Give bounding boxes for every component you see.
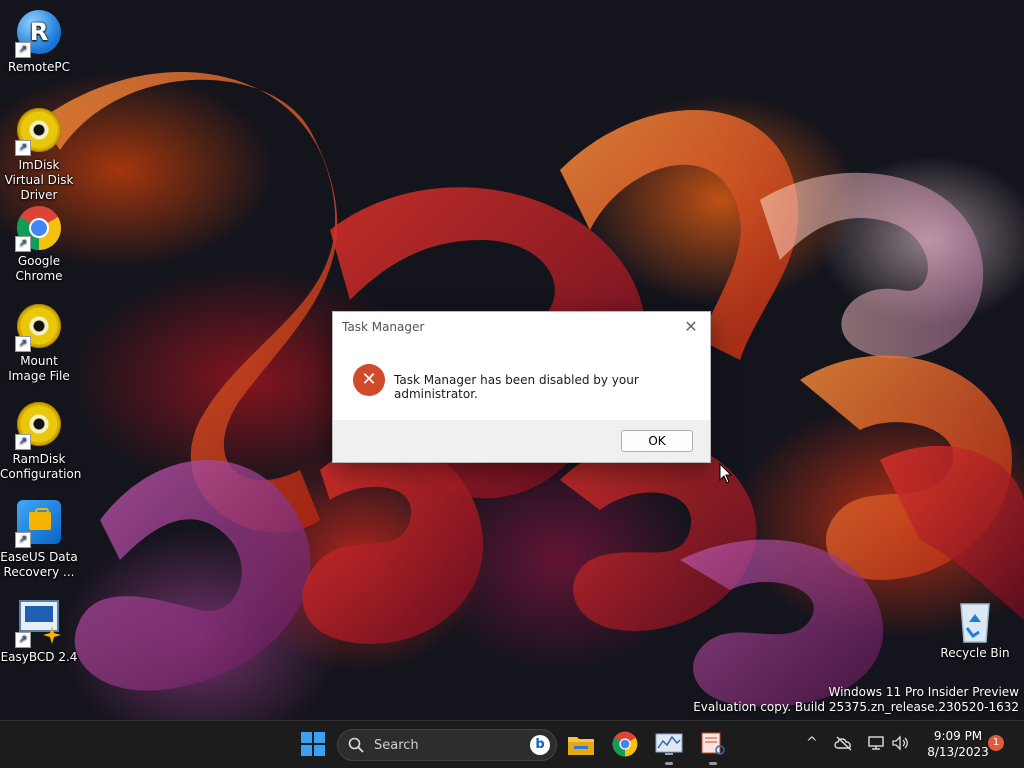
close-icon[interactable]: ✕	[680, 316, 702, 338]
search-box[interactable]: Search b	[337, 729, 557, 761]
recycle-bin-icon	[951, 596, 999, 644]
ok-button[interactable]: OK	[621, 430, 693, 452]
resource-monitor-icon[interactable]	[654, 729, 684, 765]
notification-badge[interactable]: 1	[988, 735, 1004, 751]
remotepc-icon: R ↗	[15, 10, 63, 58]
desktop-icon-remotepc[interactable]: R ↗ RemotePC	[0, 8, 78, 75]
mouse-cursor-icon	[719, 463, 733, 484]
shortcut-arrow-icon: ↗	[15, 236, 31, 252]
chrome-icon[interactable]	[610, 729, 640, 759]
shortcut-arrow-icon: ↗	[15, 140, 31, 156]
desktop-icon-chrome[interactable]: ↗ Google Chrome	[0, 204, 78, 284]
desktop-icon-label: RamDisk Configuration	[0, 452, 82, 481]
easeus-icon: ↗	[15, 500, 63, 548]
dialog-footer: OK	[333, 420, 710, 462]
shortcut-arrow-icon: ↗	[15, 632, 31, 648]
taskbar: Search b ^ 9:09 PM 8/13/2023	[0, 720, 1024, 768]
shortcut-arrow-icon: ↗	[15, 336, 31, 352]
shortcut-arrow-icon: ↗	[15, 532, 31, 548]
desktop-icon-recycle-bin[interactable]: Recycle Bin	[936, 596, 1014, 661]
desktop-icon-imdisk[interactable]: ↗ ImDisk Virtual Disk Driver	[0, 106, 78, 203]
desktop-icon-label: Recycle Bin	[940, 646, 1010, 660]
bing-icon[interactable]: b	[530, 735, 550, 755]
dialog-message: Task Manager has been disabled by your a…	[394, 373, 639, 401]
search-icon	[348, 737, 364, 753]
clock-date: 8/13/2023	[927, 745, 989, 759]
dialog-body: ✕ Task Manager has been disabled by your…	[333, 342, 710, 419]
running-indicator	[665, 762, 673, 765]
error-icon: ✕	[353, 364, 385, 396]
desktop-icon-ramdisk[interactable]: ↗ RamDisk Configuration	[0, 400, 82, 482]
disc-icon: ↗	[15, 108, 63, 156]
shortcut-arrow-icon: ↗	[15, 434, 31, 450]
task-manager-dialog: Task Manager ✕ ✕ Task Manager has been d…	[332, 311, 711, 463]
disc-icon: ↗	[15, 304, 63, 352]
desktop-icon-label: Google Chrome	[15, 254, 63, 283]
running-indicator	[709, 762, 717, 765]
disc-icon: ↗	[15, 402, 63, 450]
chrome-icon: ↗	[15, 204, 63, 252]
watermark-line1: Windows 11 Pro Insider Preview	[828, 685, 1019, 699]
shortcut-arrow-icon: ↗	[15, 42, 31, 58]
dialog-title: Task Manager	[342, 320, 425, 334]
desktop[interactable]: R ↗ RemotePC ↗ ImDisk Virtual Disk Drive…	[0, 0, 1024, 720]
clock-time: 9:09 PM	[933, 729, 983, 743]
snipping-tool-icon[interactable]	[698, 729, 728, 765]
desktop-icon-label: Mount Image File	[8, 354, 70, 383]
desktop-icon-label: RemotePC	[8, 60, 70, 74]
desktop-icon-label: EaseUS Data Recovery ...	[0, 550, 78, 579]
file-explorer-icon[interactable]	[566, 729, 596, 759]
search-placeholder: Search	[374, 738, 419, 753]
windows-start-icon[interactable]	[298, 729, 328, 759]
desktop-icon-easeus[interactable]: ↗ EaseUS Data Recovery ...	[0, 498, 78, 580]
desktop-icon-easybcd[interactable]: ↗ EasyBCD 2.4	[0, 596, 78, 665]
network-icon[interactable]	[867, 735, 885, 751]
easybcd-icon: ↗	[15, 600, 63, 648]
desktop-icon-label: EasyBCD 2.4	[0, 650, 78, 664]
watermark-line2: Evaluation copy. Build 25375.zn_release.…	[693, 700, 1019, 714]
desktop-icon-label: ImDisk Virtual Disk Driver	[4, 158, 74, 202]
windows-watermark: Windows 11 Pro Insider Preview Evaluatio…	[693, 685, 1019, 715]
show-hidden-icons-chevron-up-icon[interactable]: ^	[806, 735, 818, 751]
volume-icon[interactable]	[891, 735, 909, 751]
dialog-titlebar[interactable]: Task Manager ✕	[333, 312, 710, 342]
onedrive-offline-icon[interactable]	[834, 735, 854, 751]
clock[interactable]: 9:09 PM 8/13/2023	[918, 728, 998, 760]
desktop-icon-mount-image[interactable]: ↗ Mount Image File	[0, 302, 78, 384]
